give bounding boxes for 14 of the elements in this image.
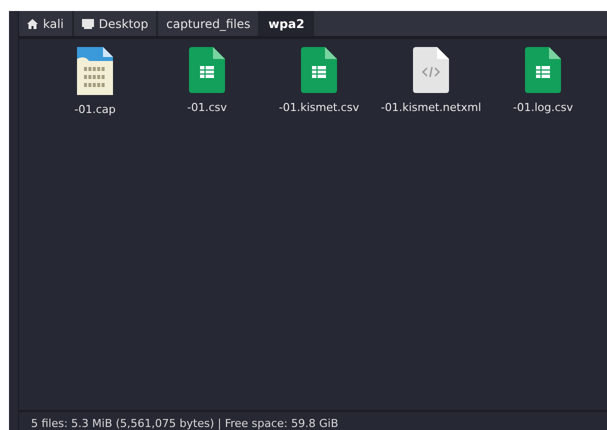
file-name[interactable]: -01.log.csv [512,101,574,114]
binary-file-icon[interactable] [77,47,113,95]
spreadsheet-file-icon[interactable] [189,47,225,93]
spreadsheet-file-icon[interactable] [525,47,561,93]
file-name[interactable]: -01.kismet.csv [278,101,360,114]
spreadsheet-file-icon[interactable] [301,47,337,93]
file-name[interactable]: -01.cap [74,103,116,116]
file-name[interactable]: -01.kismet.netxml [380,101,482,114]
breadcrumb-button[interactable]: wpa2 [260,11,314,36]
monitor-icon [82,18,94,28]
status-bar: 5 files: 5.3 MiB (5,561,075 bytes) | Free space: 59.8 GiB [19,410,607,430]
code-file-icon[interactable] [413,47,449,93]
home-icon [27,18,38,28]
file-name[interactable]: -01.csv [187,101,227,114]
